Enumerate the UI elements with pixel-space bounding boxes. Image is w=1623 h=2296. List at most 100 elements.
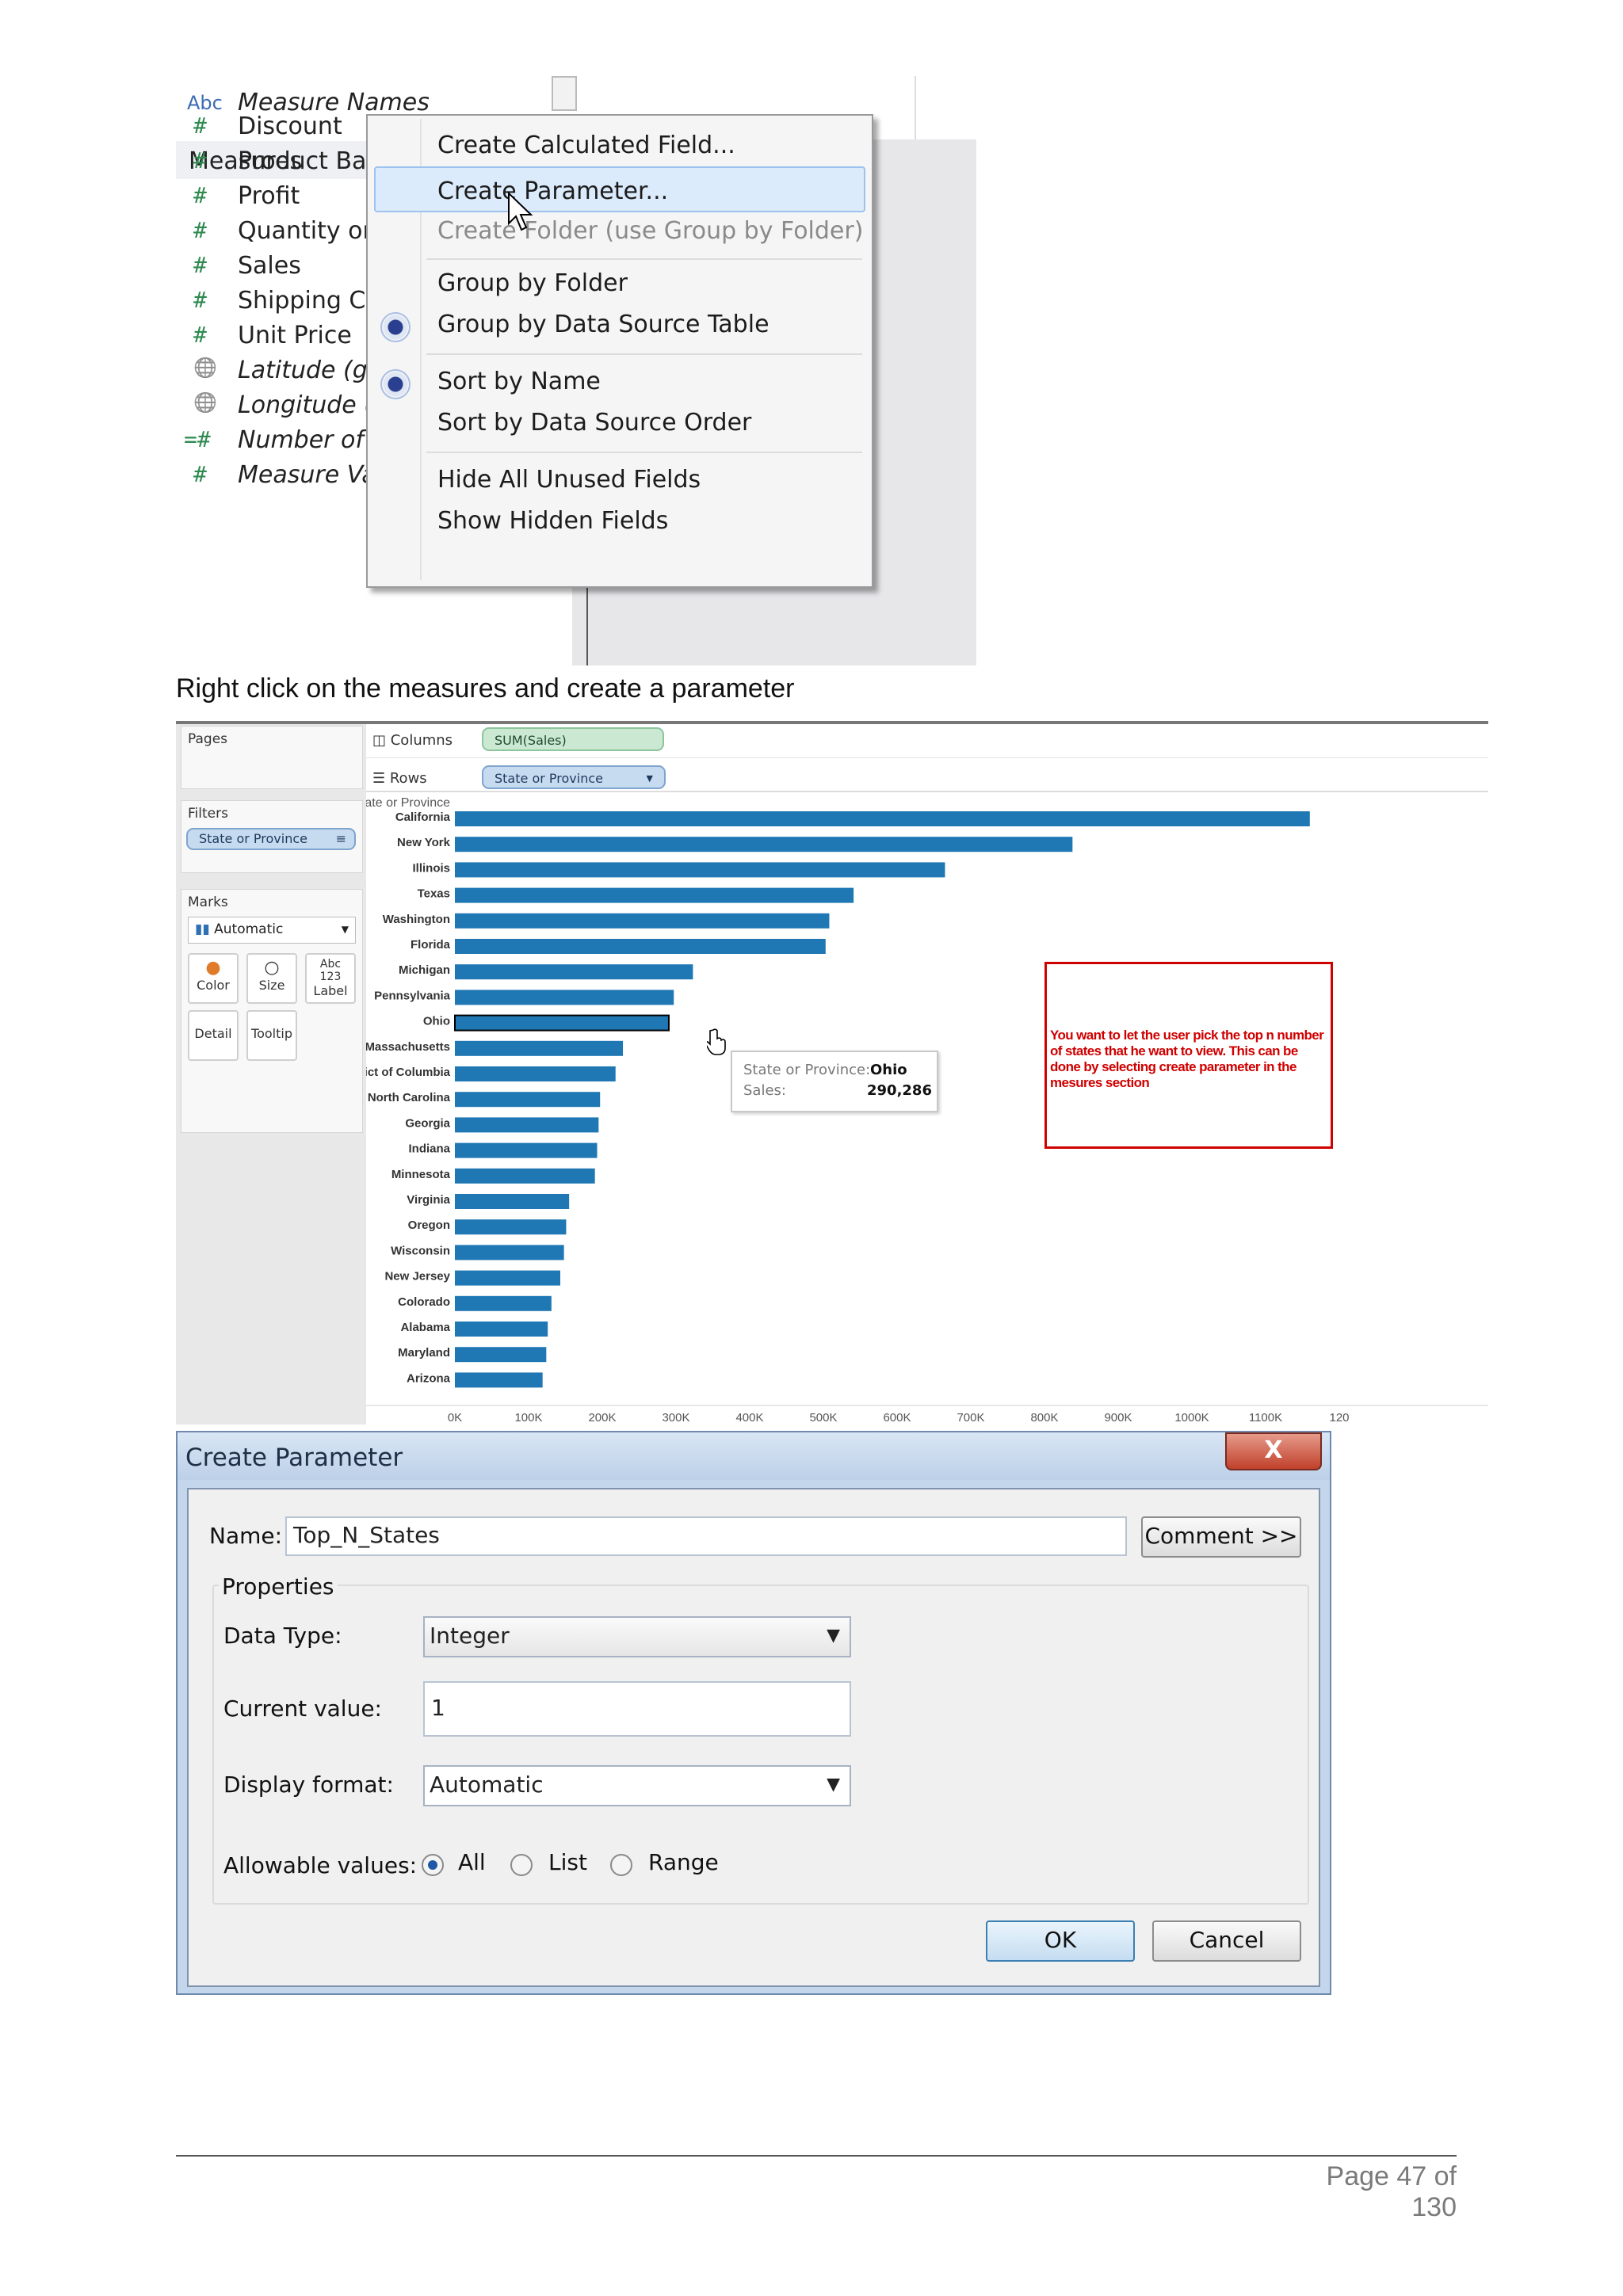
bar[interactable] (454, 1014, 670, 1032)
bar[interactable] (455, 1295, 552, 1311)
chevron-down-icon: ▼ (341, 924, 349, 935)
bar[interactable] (455, 1270, 560, 1286)
bar[interactable] (455, 887, 854, 903)
current-value-field[interactable]: 1 (423, 1681, 851, 1737)
bar[interactable] (455, 1347, 547, 1363)
data-pane-scrollbar[interactable] (552, 76, 577, 111)
columns-shelf-label: ◫ Columns (372, 732, 453, 749)
name-field[interactable]: Top_N_States (285, 1516, 1127, 1556)
bar[interactable] (455, 811, 1310, 826)
filters-card[interactable]: Filters State or Province ≡ (181, 800, 363, 873)
category-label: Washington (383, 913, 450, 926)
data-type-dropdown[interactable]: Integer ▼ (423, 1616, 851, 1657)
x-tick-label: 900K (1104, 1411, 1132, 1425)
number-icon: # (193, 182, 207, 208)
rows-pill-state[interactable]: State or Province ▼ (482, 765, 666, 789)
radio-range[interactable] (610, 1854, 632, 1876)
radio-checked-icon (380, 369, 411, 399)
bar[interactable] (455, 939, 826, 954)
radio-list[interactable] (510, 1854, 533, 1876)
category-label: Pennsylvania (374, 989, 451, 1002)
bar[interactable] (455, 1092, 601, 1108)
menu-item-group-by-data-source-table[interactable]: Group by Data Source Table (437, 311, 769, 338)
bar[interactable] (455, 1322, 548, 1337)
cancel-button[interactable]: Cancel (1152, 1920, 1301, 1962)
x-tick-label: 400K (735, 1411, 763, 1425)
measure-label: Latitude (ge (238, 357, 383, 384)
globe-icon: 🌐 (193, 357, 217, 379)
create-parameter-dialog: Create Parameter X Name: Top_N_States Co… (176, 1431, 1331, 1995)
bar[interactable] (455, 964, 693, 980)
bar[interactable] (455, 1066, 616, 1081)
ok-button[interactable]: OK (986, 1920, 1135, 1962)
x-tick-label: 800K (1030, 1411, 1058, 1425)
number-icon: # (193, 147, 207, 174)
sort-icon: ≡ (335, 831, 346, 846)
close-button[interactable]: X (1225, 1432, 1322, 1470)
size-label: Size (258, 978, 285, 993)
size-button[interactable]: ○ Size (246, 953, 297, 1004)
menu-item-sort-by-name[interactable]: Sort by Name (437, 368, 601, 395)
bar[interactable] (455, 1372, 543, 1388)
category-label: District of Columbia (366, 1066, 451, 1079)
dialog-titlebar[interactable]: Create Parameter (178, 1432, 1330, 1480)
detail-button[interactable]: Detail (188, 1010, 239, 1061)
menu-item-hide-all-unused-fields[interactable]: Hide All Unused Fields (437, 466, 701, 494)
x-tick-label: 0K (448, 1411, 462, 1425)
bar[interactable] (455, 1142, 598, 1158)
radio-checked-icon (380, 312, 411, 342)
properties-label: Properties (219, 1573, 338, 1600)
pane-splitter[interactable] (586, 583, 588, 666)
tooltip-button[interactable]: Tooltip (246, 1010, 297, 1061)
marks-card: Marks ▮▮ Automatic ▼ ● Color ○ Size Abc 1… (181, 889, 363, 1133)
tooltip-value-sales: 290,286 (867, 1082, 932, 1099)
display-format-dropdown[interactable]: Automatic ▼ (423, 1765, 851, 1806)
bar[interactable] (455, 837, 1073, 852)
category-label: Arizona (407, 1371, 451, 1385)
bar[interactable] (455, 1194, 570, 1209)
label-icon: Abc 123 (319, 958, 342, 983)
bar-chart-icon: ▮▮ (195, 921, 210, 937)
category-label: Florida (411, 938, 451, 952)
close-icon: X (1264, 1436, 1283, 1464)
x-tick-label: 200K (588, 1411, 616, 1425)
comment-button[interactable]: Comment >> (1141, 1516, 1301, 1558)
calculated-measure-icon: =# (184, 426, 211, 452)
rows-label-text: Rows (389, 770, 427, 787)
menu-item-group-by-folder[interactable]: Group by Folder (437, 269, 628, 297)
menu-item-create-calculated-field[interactable]: Create Calculated Field... (437, 132, 735, 159)
chevron-down-icon: ▼ (646, 773, 653, 784)
x-tick-label: 120 (1329, 1411, 1349, 1425)
color-button[interactable]: ● Color (188, 953, 239, 1004)
menu-item-create-parameter[interactable]: Create Parameter... (437, 177, 668, 205)
label-button[interactable]: Abc 123 Label (305, 953, 356, 1004)
bar[interactable] (455, 1219, 567, 1235)
bar[interactable] (455, 913, 830, 929)
bar[interactable] (455, 990, 674, 1005)
filter-pill-state[interactable]: State or Province ≡ (186, 828, 356, 850)
category-label: North Carolina (368, 1091, 451, 1104)
label-label: Label (313, 983, 348, 998)
number-icon: # (193, 252, 207, 278)
bar[interactable] (455, 1117, 599, 1133)
bar[interactable] (455, 1245, 564, 1261)
category-label: Indiana (408, 1142, 450, 1156)
menu-separator (426, 258, 862, 260)
bar[interactable] (455, 1040, 624, 1056)
menu-item-show-hidden-fields[interactable]: Show Hidden Fields (437, 507, 668, 535)
columns-pill-sum-sales[interactable]: SUM(Sales) (482, 727, 664, 751)
category-label: Georgia (405, 1116, 450, 1130)
menu-item-sort-by-data-source-order[interactable]: Sort by Data Source Order (437, 409, 751, 437)
bar[interactable] (455, 1168, 595, 1184)
radio-all[interactable] (422, 1854, 444, 1876)
pages-card[interactable]: Pages (181, 726, 363, 789)
radio-all-label: All (458, 1849, 486, 1875)
columns-label-text: Columns (390, 732, 453, 749)
bar[interactable] (455, 862, 945, 878)
measure-label: Measure Va (238, 461, 376, 489)
measure-label: Discount (238, 113, 342, 140)
category-label: Michigan (399, 963, 450, 977)
mark-type-dropdown[interactable]: ▮▮ Automatic ▼ (188, 917, 356, 944)
page-number: Page 47 of 130 (1326, 2161, 1457, 2222)
filters-label: Filters (188, 806, 228, 822)
